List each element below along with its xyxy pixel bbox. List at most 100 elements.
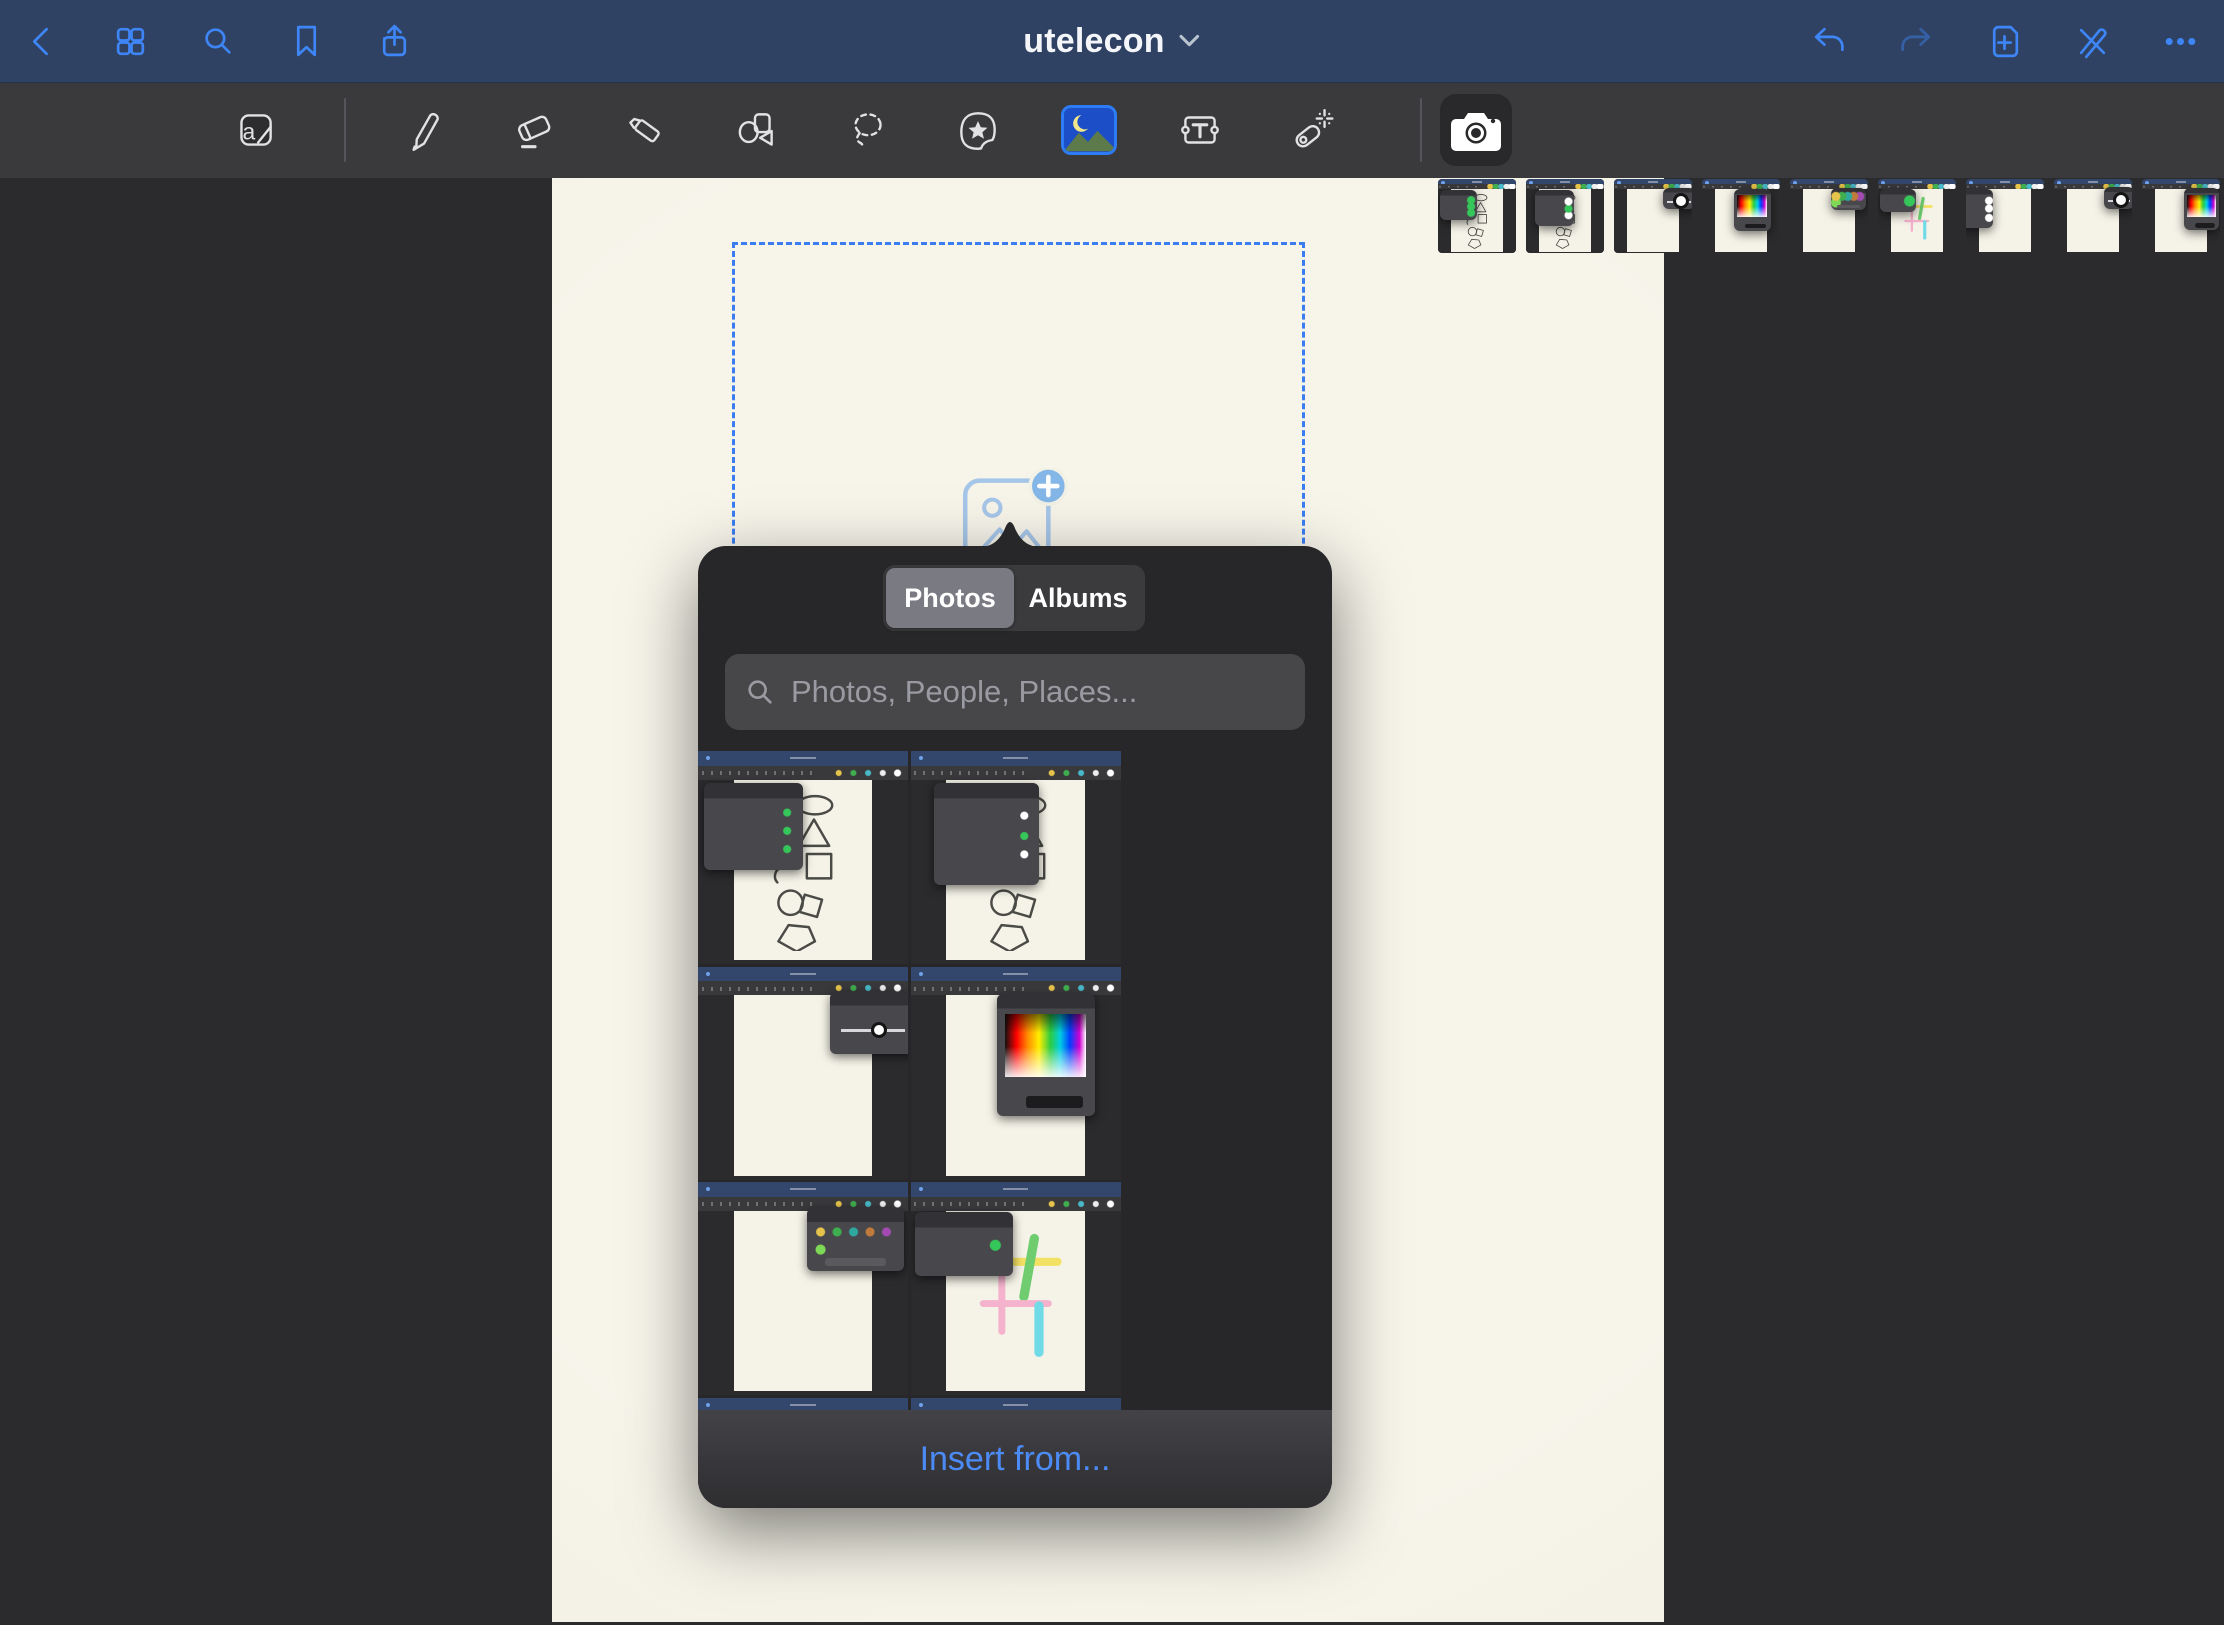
photo-thumbnail[interactable]	[1526, 179, 1604, 253]
mini-popover	[807, 1208, 904, 1272]
elements-tool[interactable]	[950, 102, 1006, 158]
photo-thumbnail[interactable]	[2142, 179, 2220, 253]
mini-navbar	[698, 967, 908, 982]
shapes-tool[interactable]	[728, 102, 784, 158]
photo-thumbnail[interactable]	[911, 1398, 1121, 1411]
photo-picker-tabs: Photos Albums	[883, 565, 1145, 631]
photo-thumbnail[interactable]	[698, 751, 908, 964]
photo-thumbnail[interactable]	[2054, 179, 2132, 253]
mini-toolbar	[911, 981, 1121, 995]
photo-thumbnail[interactable]	[911, 1182, 1121, 1395]
toolbar-divider	[344, 98, 346, 162]
photo-thumbnail[interactable]	[1614, 179, 1692, 253]
redo-icon	[1898, 23, 1935, 60]
mini-navbar	[698, 751, 908, 766]
tab-albums[interactable]: Albums	[1014, 568, 1142, 628]
mini-navbar	[698, 1182, 908, 1197]
pen-tool[interactable]	[395, 102, 451, 158]
photos-grid	[698, 751, 1332, 1410]
mini-popover	[1535, 190, 1574, 226]
photo-thumbnail[interactable]	[1790, 179, 1868, 253]
photo-thumbnail[interactable]	[911, 967, 1121, 1180]
mini-popover	[2104, 187, 2132, 208]
camera-button[interactable]	[1440, 94, 1512, 166]
search-icon	[200, 23, 237, 60]
mini-popover	[1966, 189, 1993, 227]
app-window: utelecon	[0, 0, 2224, 1625]
mini-popover	[915, 1212, 1014, 1276]
photo-search-field	[725, 654, 1305, 730]
bookmark-icon	[288, 23, 325, 60]
share-icon	[376, 23, 413, 60]
nav-left-group	[22, 21, 414, 61]
mini-toolbar	[1526, 184, 1604, 189]
add-page-icon	[1986, 23, 2023, 60]
photo-thumbnail[interactable]	[698, 967, 908, 1180]
lasso-icon	[842, 105, 892, 155]
photo-thumbnail[interactable]	[698, 1398, 908, 1411]
camera-icon	[1450, 108, 1502, 152]
mini-popover	[1663, 188, 1692, 209]
mini-popover	[997, 994, 1096, 1115]
share-button[interactable]	[374, 21, 414, 61]
zoom-window-tool[interactable]: a	[227, 102, 283, 158]
recent-photos-strip[interactable]	[1438, 179, 2224, 255]
more-ellipsis-icon	[2162, 23, 2199, 60]
insert-from-button[interactable]: Insert from...	[698, 1410, 1332, 1508]
photo-thumbnail[interactable]	[1702, 179, 1780, 253]
photo-thumbnail[interactable]	[911, 751, 1121, 964]
readonly-toggle-button[interactable]	[2072, 21, 2112, 61]
undo-button[interactable]	[1808, 21, 1848, 61]
text-icon	[1175, 105, 1225, 155]
add-page-button[interactable]	[1984, 21, 2024, 61]
photo-thumbnail[interactable]	[1438, 179, 1516, 253]
back-button[interactable]	[22, 21, 62, 61]
page-title: utelecon	[1023, 22, 1164, 61]
photo-thumbnail[interactable]	[1966, 179, 2044, 253]
redo-button[interactable]	[1896, 21, 1936, 61]
tab-photos[interactable]: Photos	[886, 568, 1014, 628]
pen-icon	[398, 105, 448, 155]
lasso-tool[interactable]	[839, 102, 895, 158]
mini-toolbar	[1438, 184, 1516, 189]
chevron-down-icon	[1179, 33, 1201, 49]
eraser-tool[interactable]	[506, 102, 562, 158]
svg-text:a: a	[243, 118, 256, 144]
laser-pointer-icon	[1286, 105, 1336, 155]
mini-popover	[1734, 189, 1771, 231]
document-title-menu[interactable]: utelecon	[1023, 0, 1200, 82]
tools-group: a	[227, 98, 1432, 162]
mini-navbar	[911, 1398, 1121, 1411]
mini-toolbar	[698, 766, 908, 780]
text-tool[interactable]	[1172, 102, 1228, 158]
photo-thumbnail[interactable]	[698, 1182, 908, 1395]
mini-popover	[1831, 188, 1867, 210]
back-chevron-icon	[24, 23, 61, 60]
mini-toolbar	[1878, 184, 1956, 189]
search-button[interactable]	[198, 21, 238, 61]
insert-from-label: Insert from...	[920, 1440, 1111, 1479]
search-input[interactable]	[789, 673, 1285, 711]
sticker-star-icon	[953, 105, 1003, 155]
photo-tool[interactable]	[1061, 105, 1117, 155]
popover-arrow	[980, 520, 1040, 547]
pages-grid-icon	[112, 23, 149, 60]
nav-bar: utelecon	[0, 0, 2224, 83]
photo-image-icon	[1064, 108, 1114, 152]
nav-right-group	[1808, 0, 2200, 82]
search-icon	[745, 677, 775, 707]
photo-thumbnail[interactable]	[1878, 179, 1956, 253]
shapes-icon	[731, 105, 781, 155]
bookmark-button[interactable]	[286, 21, 326, 61]
highlighter-tool[interactable]	[617, 102, 673, 158]
mini-toolbar	[911, 766, 1121, 780]
laser-tool[interactable]	[1283, 102, 1339, 158]
readonly-pen-icon	[2074, 23, 2111, 60]
tool-bar: a	[0, 82, 2224, 178]
mini-navbar	[911, 1182, 1121, 1197]
mini-popover	[704, 783, 803, 870]
more-options-button[interactable]	[2160, 21, 2200, 61]
zoom-window-icon: a	[230, 105, 280, 155]
highlighter-icon	[620, 105, 670, 155]
pages-overview-button[interactable]	[110, 21, 150, 61]
